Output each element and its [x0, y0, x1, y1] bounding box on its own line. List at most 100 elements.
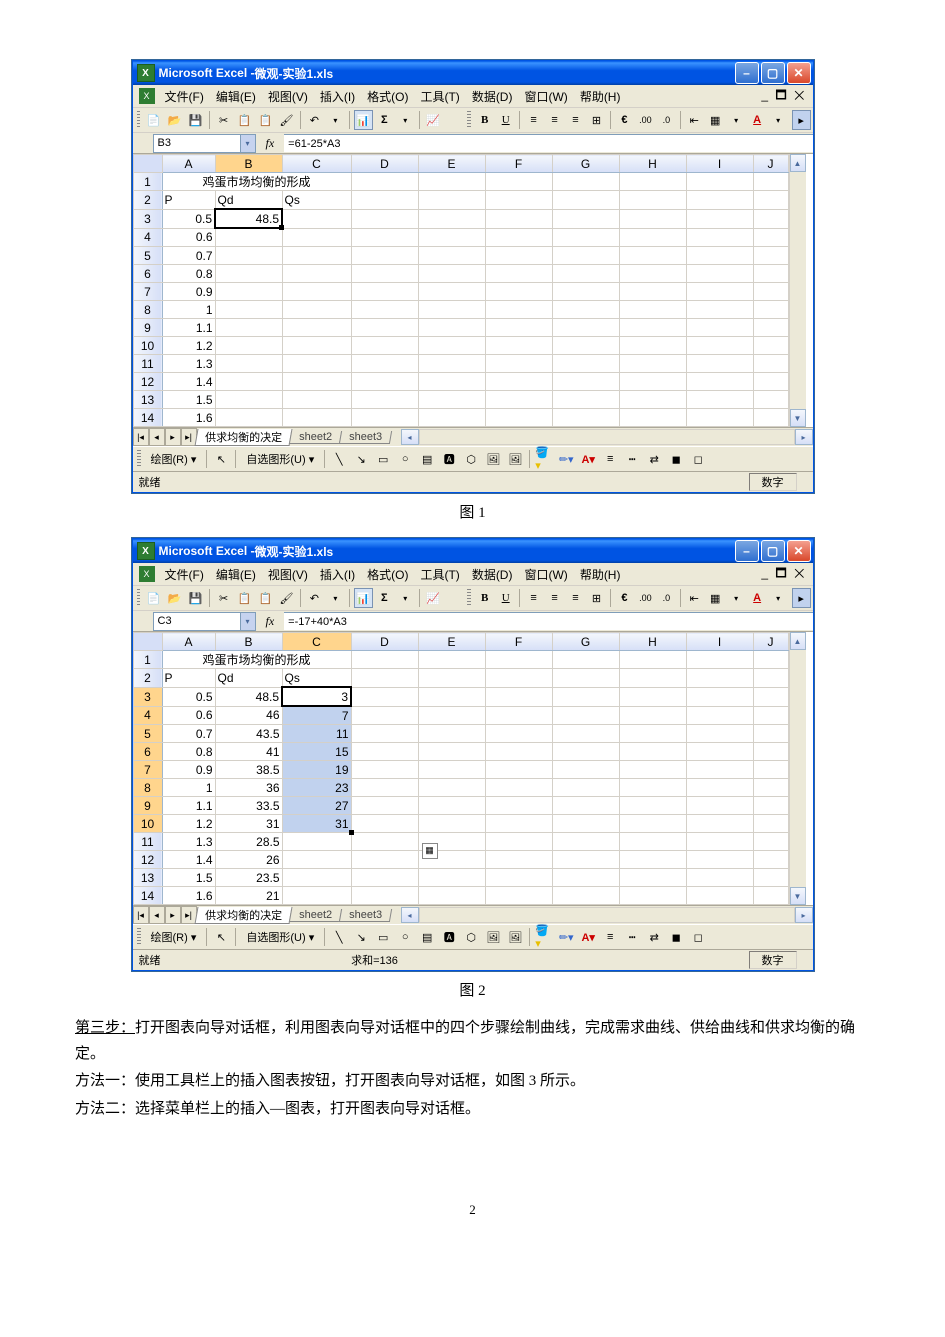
col-header[interactable]: E [418, 633, 485, 651]
menu-view[interactable]: 视图(V) [262, 566, 314, 583]
cell[interactable] [753, 409, 788, 427]
shadow-icon[interactable]: ◼ [666, 449, 686, 469]
col-header[interactable]: C [282, 633, 351, 651]
cell[interactable] [418, 319, 485, 337]
undo-dropdown-icon[interactable]: ▾ [326, 110, 345, 130]
cell[interactable] [753, 355, 788, 373]
cell[interactable]: Qd [215, 669, 282, 688]
row-header[interactable]: 1 [133, 651, 162, 669]
menu-window[interactable]: 窗口(W) [518, 88, 573, 105]
scroll-right-icon[interactable]: ▸ [795, 429, 813, 445]
cell[interactable]: 鸡蛋市场均衡的形成 [162, 651, 351, 669]
cell[interactable] [753, 301, 788, 319]
cell[interactable] [485, 833, 552, 851]
col-header[interactable]: E [418, 155, 485, 173]
line-style-icon[interactable]: ≡ [600, 449, 620, 469]
line-style-icon[interactable]: ≡ [600, 927, 620, 947]
cell[interactable]: 7 [282, 706, 351, 725]
menu-data[interactable]: 数据(D) [466, 566, 519, 583]
borders-icon[interactable]: ▦ [706, 588, 725, 608]
save-icon[interactable]: 💾 [186, 588, 205, 608]
new-icon[interactable]: 📄 [144, 110, 163, 130]
cell[interactable] [418, 373, 485, 391]
cell[interactable] [485, 761, 552, 779]
cell[interactable] [552, 833, 619, 851]
cell[interactable] [753, 247, 788, 265]
cell[interactable] [552, 851, 619, 869]
maximize-button[interactable]: ▢ [761, 62, 785, 84]
row-header[interactable]: 14 [133, 409, 162, 427]
doc-window-controls[interactable]: _ 🗖 ✕ [761, 564, 810, 585]
clipart-icon[interactable]: 🖼 [483, 449, 503, 469]
row-header[interactable]: 2 [133, 669, 162, 688]
cell[interactable]: 3 [282, 687, 351, 706]
select-objects-icon[interactable]: ↖ [211, 449, 231, 469]
cell[interactable] [552, 355, 619, 373]
cell[interactable]: 43.5 [215, 725, 282, 743]
cell[interactable] [619, 743, 686, 761]
row-header[interactable]: 11 [133, 355, 162, 373]
line-color-icon[interactable]: ✏▾ [556, 449, 576, 469]
dash-style-icon[interactable]: ┅ [622, 927, 642, 947]
arrow-style-icon[interactable]: ⇄ [644, 449, 664, 469]
new-icon[interactable]: 📄 [144, 588, 163, 608]
name-box-dropdown-icon[interactable]: ▾ [241, 612, 256, 631]
col-header[interactable]: I [686, 155, 753, 173]
bold-icon[interactable]: B [475, 588, 494, 608]
cell[interactable]: 0.9 [162, 761, 215, 779]
cell[interactable] [418, 409, 485, 427]
cell[interactable] [485, 743, 552, 761]
cell[interactable]: Qs [282, 669, 351, 688]
cell[interactable]: 0.8 [162, 743, 215, 761]
autoshapes-menu[interactable]: 自选图形(U) ▾ [240, 929, 320, 945]
menu-edit[interactable]: 编辑(E) [210, 88, 262, 105]
cell[interactable]: 1.1 [162, 797, 215, 815]
chart-wizard-icon[interactable]: 📊 [354, 588, 373, 608]
cell[interactable] [753, 851, 788, 869]
cell[interactable] [418, 247, 485, 265]
cell[interactable] [686, 301, 753, 319]
cell[interactable]: P [162, 669, 215, 688]
fill-color-icon[interactable]: 🪣▾ [534, 449, 554, 469]
autosum-icon[interactable]: Σ [375, 588, 394, 608]
col-header[interactable]: D [351, 155, 418, 173]
cell[interactable] [418, 797, 485, 815]
scroll-down-icon[interactable]: ▼ [790, 887, 806, 905]
cell[interactable] [619, 815, 686, 833]
sheet-tab-active[interactable]: 供求均衡的决定 [194, 907, 292, 924]
minimize-button[interactable]: – [735, 540, 759, 562]
row-header[interactable]: 11 [133, 833, 162, 851]
cell[interactable] [351, 779, 418, 797]
cell[interactable]: 23.5 [215, 869, 282, 887]
menu-file[interactable]: 文件(F) [159, 566, 210, 583]
menu-edit[interactable]: 编辑(E) [210, 566, 262, 583]
cell[interactable] [418, 283, 485, 301]
cell[interactable] [686, 265, 753, 283]
formula-input[interactable]: =-17+40*A3 [284, 612, 812, 630]
row-header[interactable]: 10 [133, 815, 162, 833]
cell[interactable] [619, 209, 686, 228]
row-header[interactable]: 1 [133, 173, 162, 191]
tab-nav-next-icon[interactable]: ▸ [165, 428, 181, 446]
oval-icon[interactable]: ○ [395, 927, 415, 947]
font-color-icon[interactable]: A [748, 110, 767, 130]
col-header[interactable]: I [686, 633, 753, 651]
sheet-tab-active[interactable]: 供求均衡的决定 [194, 429, 292, 446]
borders-dropdown-icon[interactable]: ▾ [727, 110, 746, 130]
open-icon[interactable]: 📂 [165, 588, 184, 608]
vertical-scrollbar[interactable]: ▲ ▼ [789, 154, 806, 427]
cell[interactable]: ▦ [351, 833, 418, 851]
draw-grip[interactable] [137, 450, 141, 468]
row-header[interactable]: 4 [133, 228, 162, 247]
cell[interactable]: 15 [282, 743, 351, 761]
chart-icon[interactable]: 📈 [424, 110, 443, 130]
cell[interactable]: 0.8 [162, 265, 215, 283]
cell[interactable] [282, 337, 351, 355]
underline-icon[interactable]: U [496, 110, 515, 130]
cell[interactable] [619, 887, 686, 905]
cell[interactable]: 1 [162, 301, 215, 319]
cell[interactable]: 1.4 [162, 373, 215, 391]
cell[interactable] [686, 209, 753, 228]
cell[interactable]: 48.5 [215, 687, 282, 706]
cut-icon[interactable]: ✂ [214, 110, 233, 130]
